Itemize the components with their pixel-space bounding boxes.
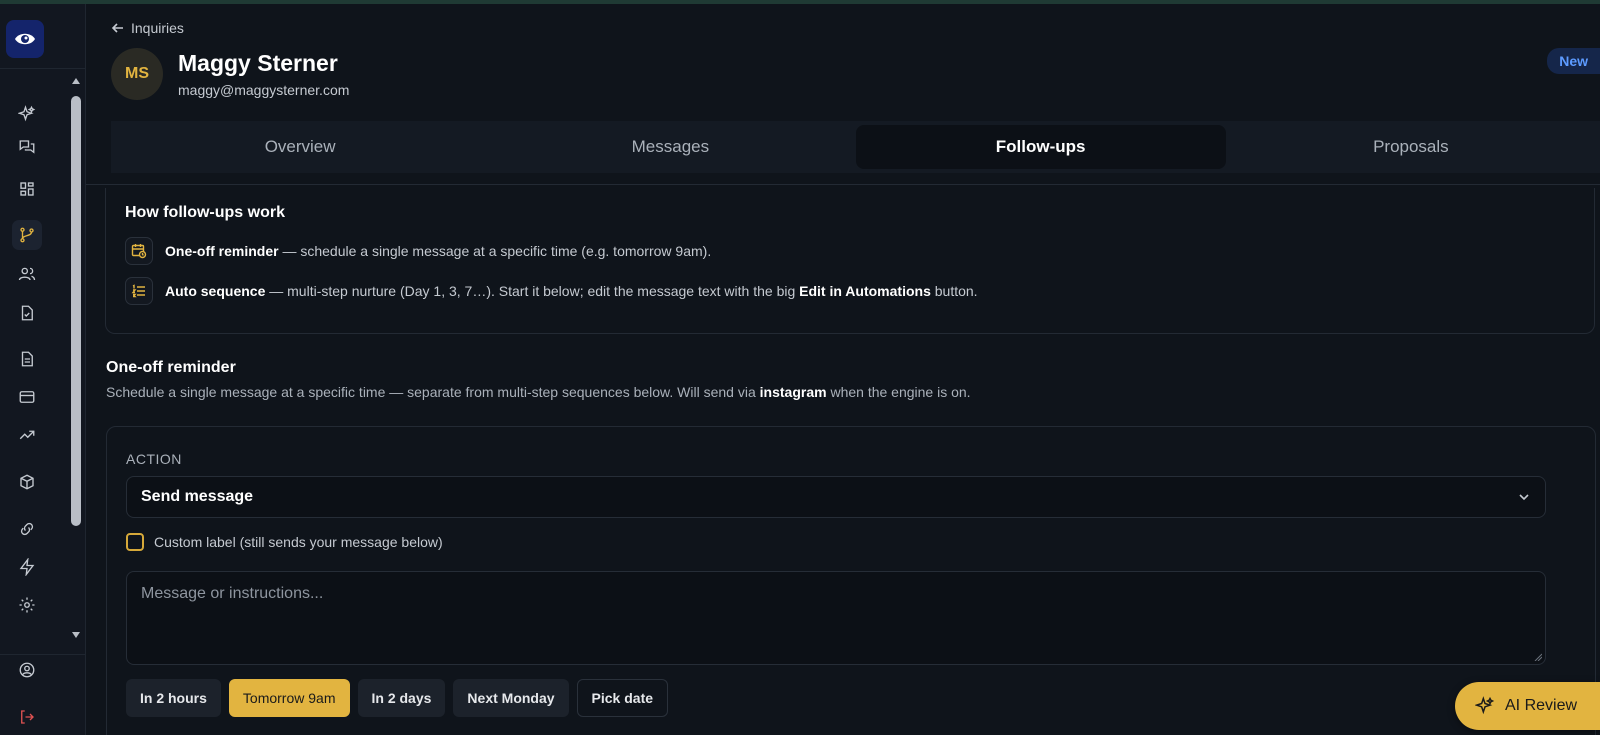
nav-documents[interactable] xyxy=(12,344,42,374)
document-icon xyxy=(21,351,33,367)
main-content: Inquiries MS Maggy Sterner maggy@maggyst… xyxy=(86,4,1600,735)
info-row-oneoff: One-off reminder — schedule a single mes… xyxy=(125,237,711,265)
option-next-monday[interactable]: Next Monday xyxy=(453,679,569,717)
nav-contacts[interactable] xyxy=(12,259,42,289)
info-icon-box xyxy=(125,237,153,265)
nav-links[interactable] xyxy=(12,514,42,544)
info-icon-box xyxy=(125,277,153,305)
nav-settings[interactable] xyxy=(12,590,42,620)
message-textarea[interactable]: Message or instructions... xyxy=(126,571,1546,665)
nav-products[interactable] xyxy=(12,467,42,497)
sidebar-bottom-divider xyxy=(0,654,86,655)
nav-logout[interactable] xyxy=(12,702,42,732)
custom-label-text: Custom label (still sends your message b… xyxy=(154,534,443,550)
gear-icon xyxy=(19,597,35,613)
link-icon xyxy=(20,522,34,536)
edit-in-automations-text: Edit in Automations xyxy=(799,283,931,299)
nav-messages[interactable] xyxy=(12,132,42,162)
message-placeholder: Message or instructions... xyxy=(141,585,324,602)
file-check-icon xyxy=(21,305,33,321)
scroll-thumb[interactable] xyxy=(71,96,81,526)
sidebar-divider xyxy=(0,68,86,69)
info-auto-text: Auto sequence — multi-step nurture (Day … xyxy=(165,283,978,299)
tab-follow-ups[interactable]: Follow-ups xyxy=(855,125,1226,169)
nav-pipeline[interactable] xyxy=(12,220,42,250)
back-label: Inquiries xyxy=(131,20,184,36)
nav-automations[interactable] xyxy=(12,552,42,582)
scroll-up-arrow[interactable] xyxy=(71,76,81,86)
oneoff-desc-2: when the engine is on. xyxy=(826,384,971,400)
oneoff-section-title: One-off reminder xyxy=(106,359,236,376)
sparkle-icon xyxy=(18,105,36,122)
eye-icon xyxy=(15,33,35,45)
resize-handle-icon[interactable] xyxy=(1534,653,1542,661)
chevron-down-icon xyxy=(1519,494,1529,501)
chat-icon xyxy=(19,140,35,154)
info-auto-desc-2: button. xyxy=(930,283,978,299)
tab-proposals[interactable]: Proposals xyxy=(1226,125,1596,169)
arrow-left-icon xyxy=(111,23,123,33)
info-title: How follow-ups work xyxy=(125,204,285,221)
tab-messages[interactable]: Messages xyxy=(485,125,855,169)
bolt-icon xyxy=(19,558,35,576)
grid-icon xyxy=(20,182,34,196)
status-badge: New xyxy=(1547,48,1600,74)
nav-analytics[interactable] xyxy=(12,420,42,450)
info-oneoff-bold: One-off reminder xyxy=(165,243,279,259)
info-oneoff-text: One-off reminder — schedule a single mes… xyxy=(165,243,711,259)
action-select[interactable]: Send message xyxy=(126,476,1546,518)
info-auto-desc-1: — multi-step nurture (Day 1, 3, 7…). Sta… xyxy=(265,283,800,299)
contact-name: Maggy Sterner xyxy=(178,50,338,76)
back-link[interactable]: Inquiries xyxy=(111,20,184,36)
triangle-down-icon xyxy=(72,632,80,638)
reminder-form-card: ACTION Send message Custom label (still … xyxy=(106,426,1596,735)
ai-review-label: AI Review xyxy=(1505,697,1578,714)
triangle-up-icon xyxy=(72,78,80,84)
option-tomorrow-9am[interactable]: Tomorrow 9am xyxy=(228,679,350,717)
list-ordered-icon xyxy=(131,284,145,298)
option-in-2-days[interactable]: In 2 days xyxy=(357,679,446,717)
user-circle-icon xyxy=(19,662,35,678)
info-auto-bold: Auto sequence xyxy=(165,283,266,299)
option-in-2-hours[interactable]: In 2 hours xyxy=(126,679,221,717)
oneoff-desc-1: Schedule a single message at a specific … xyxy=(106,384,760,400)
app-logo[interactable] xyxy=(6,20,44,58)
nav-profile[interactable] xyxy=(12,655,42,685)
tab-divider xyxy=(86,184,1600,185)
tab-bar: Overview Messages Follow-ups Proposals xyxy=(111,121,1600,173)
sidebar-scrollbar[interactable] xyxy=(69,74,83,648)
ai-review-button[interactable]: AI Review xyxy=(1455,682,1600,730)
custom-label-row: Custom label (still sends your message b… xyxy=(126,533,443,551)
nav-billing[interactable] xyxy=(12,382,42,412)
sidebar xyxy=(0,4,86,735)
card-icon xyxy=(19,391,35,403)
quick-schedule-options: In 2 hours Tomorrow 9am In 2 days Next M… xyxy=(126,679,669,717)
info-oneoff-desc: — schedule a single message at a specifi… xyxy=(278,243,712,259)
action-select-value: Send message xyxy=(141,488,254,505)
avatar: MS xyxy=(111,48,163,100)
branch-icon xyxy=(20,227,34,243)
sparkle-icon xyxy=(1475,696,1495,715)
info-row-auto: Auto sequence — multi-step nurture (Day … xyxy=(125,277,978,305)
oneoff-channel: instagram xyxy=(759,384,827,400)
tab-overview[interactable]: Overview xyxy=(115,125,485,169)
nav-dashboard[interactable] xyxy=(12,174,42,204)
box-icon xyxy=(20,474,34,490)
action-label: ACTION xyxy=(126,451,182,467)
trend-icon xyxy=(19,430,35,440)
scroll-down-arrow[interactable] xyxy=(71,630,81,640)
users-icon xyxy=(18,267,36,281)
contact-email: maggy@maggysterner.com xyxy=(178,82,350,98)
calendar-clock-icon xyxy=(131,244,147,259)
oneoff-section-desc: Schedule a single message at a specific … xyxy=(106,384,971,400)
nav-tasks[interactable] xyxy=(12,298,42,328)
logout-icon xyxy=(21,710,34,724)
nav-ai[interactable] xyxy=(12,99,42,129)
how-it-works-card: How follow-ups work One-off reminder — s… xyxy=(105,188,1595,334)
option-pick-date[interactable]: Pick date xyxy=(576,679,669,717)
custom-label-checkbox[interactable] xyxy=(126,533,144,551)
